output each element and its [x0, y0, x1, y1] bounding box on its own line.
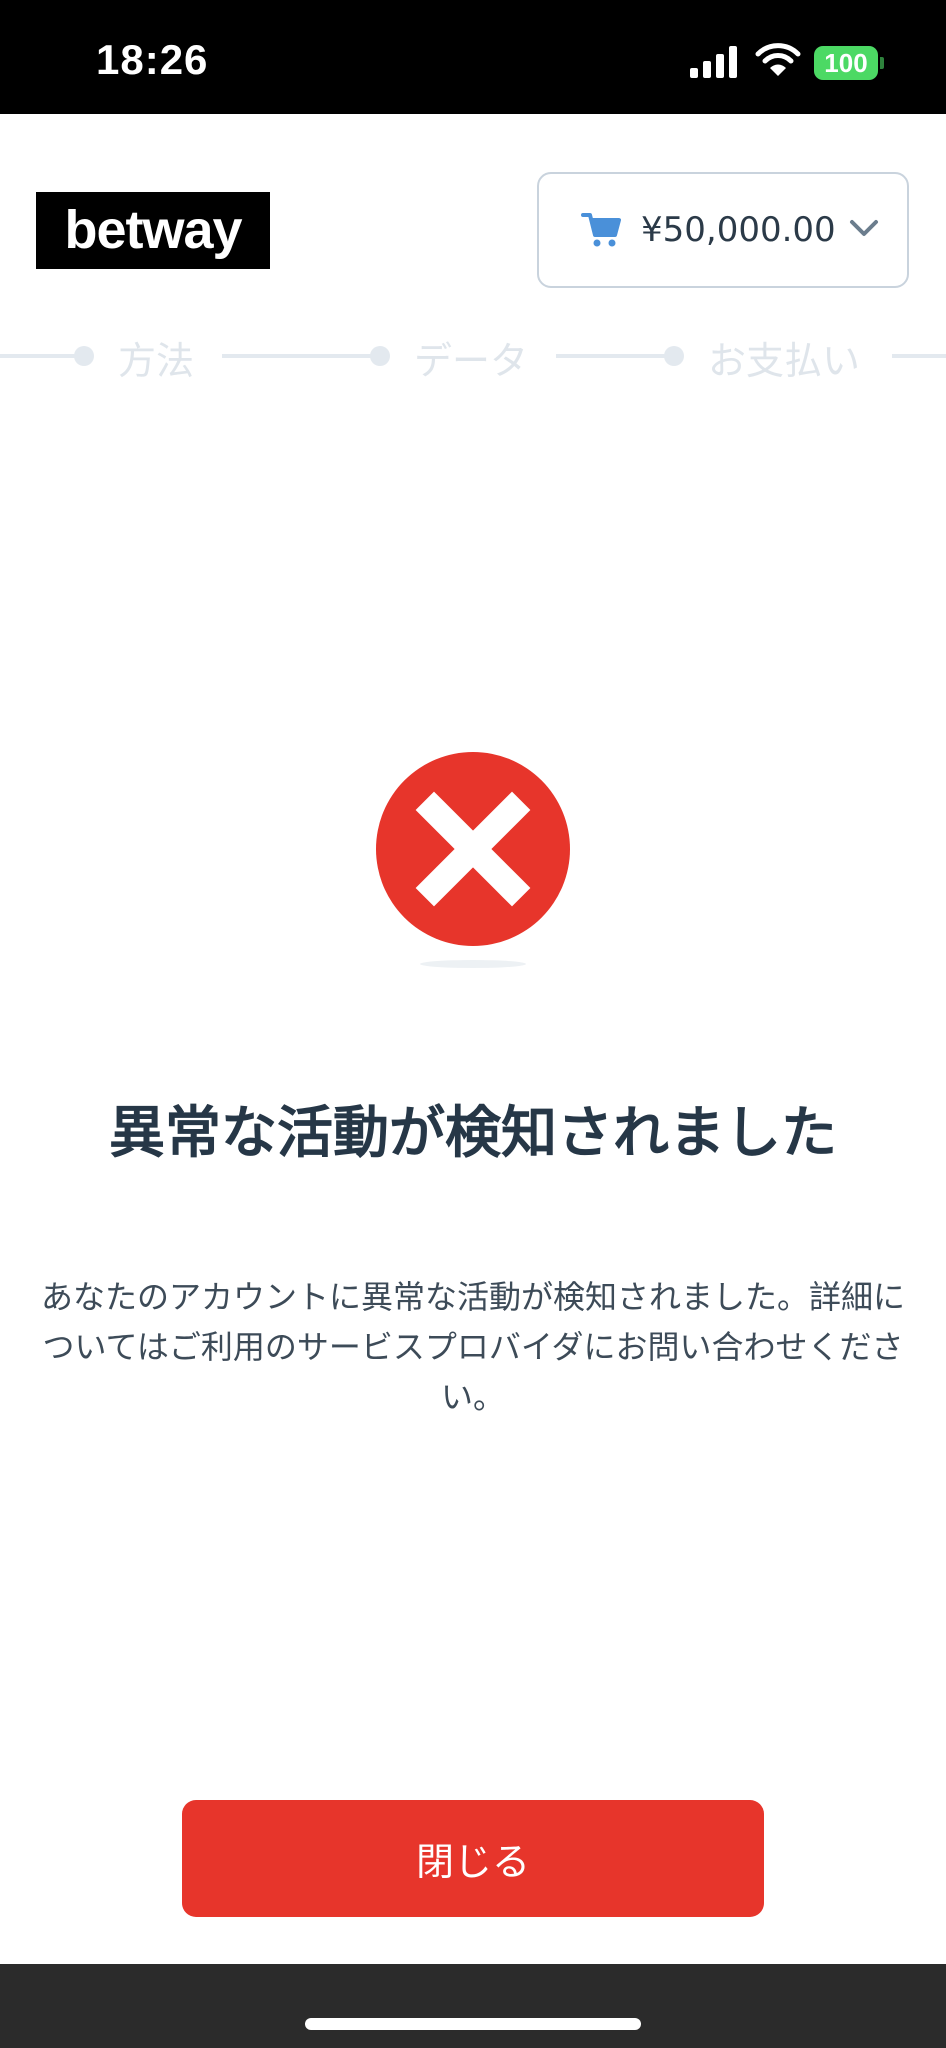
checkout-stepper: 方法 データ お支払い — [0, 322, 946, 392]
home-indicator[interactable] — [305, 2018, 641, 2030]
amount-value: ¥50,000.00 — [641, 210, 836, 250]
battery-icon: 100 — [814, 46, 884, 80]
step-dot — [74, 346, 94, 366]
step-dot — [370, 346, 390, 366]
icon-shadow — [420, 960, 526, 968]
battery-level: 100 — [814, 46, 878, 80]
wifi-icon — [755, 43, 801, 76]
status-bar: 18:26 100 — [0, 0, 946, 114]
signal-icon — [690, 46, 737, 78]
chevron-down-icon — [850, 220, 878, 236]
status-time: 18:26 — [96, 36, 209, 83]
step-dot — [664, 346, 684, 366]
betway-logo: betway — [36, 192, 270, 269]
amount-selector[interactable]: ¥50,000.00 — [537, 172, 909, 288]
step-label-payment: お支払い — [708, 339, 861, 383]
close-button[interactable]: 閉じる — [182, 1800, 764, 1917]
step-label-method: 方法 — [118, 339, 195, 383]
cart-icon — [581, 213, 621, 247]
error-title: 異常な活動が検知されました — [109, 1101, 837, 1166]
error-x-icon — [376, 752, 570, 946]
home-bar — [0, 1964, 946, 2048]
step-label-data: データ — [414, 339, 529, 383]
error-description: あなたのアカウントに異常な活動が検知されました。詳細についてはご利用のサービスプ… — [40, 1278, 905, 1416]
